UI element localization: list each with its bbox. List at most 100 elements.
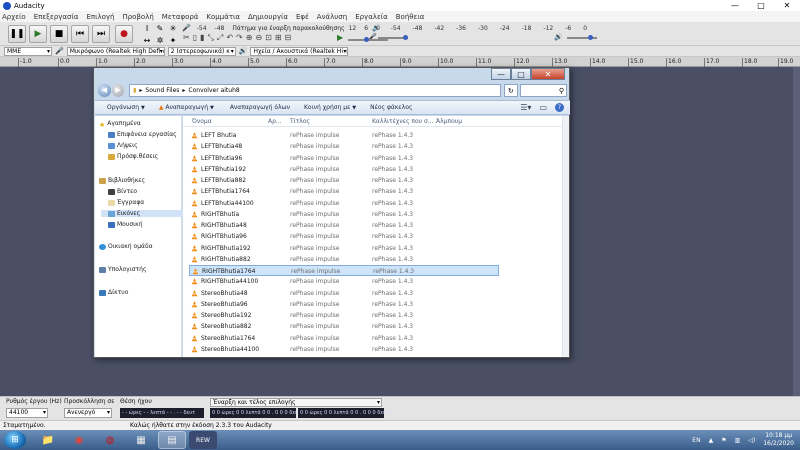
redo-icon[interactable]: ↷ bbox=[236, 33, 243, 43]
record-button[interactable]: ● bbox=[115, 25, 133, 43]
nav-network[interactable]: Δίκτυο bbox=[99, 289, 128, 296]
nav-documents[interactable]: Έγγραφα bbox=[108, 199, 144, 206]
file-row[interactable]: StereoBhutia44100 rePhase impulse rePhase … bbox=[189, 344, 499, 355]
audio-host-select[interactable]: MME bbox=[4, 46, 52, 56]
organize-button[interactable]: Οργάνωση ▼ bbox=[107, 104, 145, 111]
stop-button[interactable]: ■ bbox=[50, 25, 68, 43]
explorer-close-button[interactable]: ✕ bbox=[531, 68, 565, 80]
column-number[interactable]: Αρ... bbox=[268, 118, 282, 125]
minimize-button[interactable]: — bbox=[722, 0, 748, 11]
fit-project-icon[interactable]: ⊞ bbox=[275, 33, 282, 43]
project-rate-select[interactable]: 44100 bbox=[6, 408, 48, 418]
file-row[interactable]: RIGHTBhutia44100 rePhase impulse rePhase 1… bbox=[189, 276, 499, 287]
help-icon[interactable]: ? bbox=[555, 103, 564, 112]
nav-computer[interactable]: Υπολογιστής bbox=[99, 266, 147, 273]
file-row[interactable]: RIGHTBhutia96 rePhase impulse rePhase 1.4.… bbox=[189, 231, 499, 242]
taskbar-explorer-icon[interactable]: 📁 bbox=[34, 431, 62, 449]
paste-icon[interactable]: ▮ bbox=[200, 33, 204, 43]
menu-tracks[interactable]: Κομμάτια bbox=[206, 13, 240, 21]
menu-file[interactable]: Αρχείο bbox=[2, 13, 26, 21]
record-meter[interactable]: 🎤 -54 -48 Πάτημα για έναρξη παρακολούθησ… bbox=[182, 23, 388, 33]
nav-homegroup[interactable]: Οικιακή ομάδα bbox=[99, 243, 153, 250]
playback-volume-knob[interactable] bbox=[588, 35, 593, 40]
file-row[interactable]: RIGHTBhutia rePhase impulse rePhase 1.4.3 bbox=[189, 209, 499, 220]
skip-to-start-button[interactable]: ⏮ bbox=[71, 25, 89, 43]
play-button[interactable]: ▶ bbox=[29, 25, 47, 43]
share-with-button[interactable]: Κοινή χρήση με ▼ bbox=[304, 104, 356, 111]
nav-recent[interactable]: Πρόσφ.θέσεις bbox=[108, 153, 158, 160]
monitor-hint[interactable]: Πάτημα για έναρξη παρακολούθησης bbox=[232, 25, 344, 32]
taskbar-chrome-icon[interactable]: ◉ bbox=[65, 431, 93, 449]
taskbar-rew-icon[interactable]: REW bbox=[189, 431, 217, 449]
nav-pictures[interactable]: Εικόνες bbox=[101, 210, 183, 217]
taskbar-audacity-icon[interactable]: ▤ bbox=[158, 431, 186, 449]
trim-icon[interactable]: ⤡ bbox=[208, 33, 214, 43]
nav-videos[interactable]: Βίντεο bbox=[108, 188, 137, 195]
explorer-maximize-button[interactable]: □ bbox=[511, 68, 531, 80]
time-shift-tool-icon[interactable]: ↔ bbox=[141, 35, 153, 46]
menu-effect[interactable]: Εφέ bbox=[296, 13, 309, 21]
record-volume-knob[interactable] bbox=[403, 35, 408, 40]
nav-music[interactable]: Μουσική bbox=[108, 221, 143, 228]
file-row[interactable]: RIGHTBhutia1764 rePhase impulse rePhase 1.… bbox=[189, 265, 499, 276]
menu-edit[interactable]: Επεξεργασία bbox=[34, 13, 79, 21]
taskbar-opera-icon[interactable]: ◍ bbox=[96, 431, 124, 449]
playback-device-select[interactable]: Ηχεία / Ακουστικά (Realtek High bbox=[250, 46, 349, 56]
file-row[interactable]: LEFTBhutia192 rePhase impulse rePhase 1.4.… bbox=[189, 164, 499, 175]
flag-icon[interactable]: ⚑ bbox=[721, 437, 726, 444]
new-folder-button[interactable]: Νέος φάκελος bbox=[370, 104, 412, 111]
file-row[interactable]: StereoBhutia192 rePhase impulse rePhase 1.… bbox=[189, 310, 499, 321]
skip-to-end-button[interactable]: ⏭ bbox=[92, 25, 110, 43]
zoom-toggle-icon[interactable]: ⊟ bbox=[285, 33, 292, 43]
file-row[interactable]: LEFTBhutia48 rePhase impulse rePhase 1.4.3 bbox=[189, 141, 499, 152]
file-row[interactable]: LEFT Bhutia rePhase impulse rePhase 1.4.3 bbox=[189, 130, 499, 141]
file-row[interactable]: LEFTBhutia44100 rePhase impulse rePhase 1.… bbox=[189, 198, 499, 209]
copy-icon[interactable]: ▯ bbox=[193, 33, 197, 43]
play-all-button[interactable]: Αναπαραγωγή όλων bbox=[230, 104, 290, 111]
language-indicator[interactable]: EN bbox=[692, 437, 700, 444]
column-artists[interactable]: Καλλιτέχνες που σ... bbox=[372, 118, 434, 125]
menu-tools[interactable]: Εργαλεία bbox=[355, 13, 388, 21]
tray-expand-icon[interactable]: ▲ bbox=[709, 437, 714, 444]
explorer-scrollbar[interactable] bbox=[562, 116, 569, 357]
play-at-speed-icon[interactable]: ▶ bbox=[337, 33, 343, 42]
fit-selection-icon[interactable]: ⊡ bbox=[265, 33, 272, 43]
preview-pane-icon[interactable]: ▭ bbox=[539, 103, 547, 112]
explorer-minimize-button[interactable]: — bbox=[491, 68, 511, 80]
column-name[interactable]: Όνομα bbox=[192, 118, 212, 125]
refresh-icon[interactable]: ↻ bbox=[503, 83, 518, 97]
selection-tool-icon[interactable]: I bbox=[141, 23, 153, 34]
start-button[interactable]: ⊞ bbox=[4, 431, 26, 449]
recording-channels-select[interactable]: 2 (στερεοφωνικά) κ bbox=[167, 46, 236, 56]
pause-button[interactable]: ❚❚ bbox=[8, 25, 26, 43]
selection-end-field[interactable]: 0 0 ώρες 0 0 λεπτά 0 0 . 0 0 0 δευτ bbox=[298, 408, 389, 418]
playback-meter[interactable]: 🔊 -54 -48 -42 -36 -30 -24 -18 -12 -6 0 bbox=[372, 23, 595, 33]
file-row[interactable]: StereoBhutia1764 rePhase impulse rePhase 1… bbox=[189, 333, 499, 344]
selection-start-field[interactable]: 0 0 ώρες 0 0 λεπτά 0 0 . 0 0 0 δευτ bbox=[210, 408, 301, 418]
menu-generate[interactable]: Δημιουργία bbox=[248, 13, 288, 21]
column-album[interactable]: Άλμπουμ bbox=[436, 118, 462, 125]
breadcrumb-sound-files[interactable]: Sound Files bbox=[145, 87, 179, 94]
file-row[interactable]: StereoBhutia882 rePhase impulse rePhase 1.… bbox=[189, 321, 499, 332]
file-row[interactable]: RIGHTBhutia192 rePhase impulse rePhase 1.4… bbox=[189, 243, 499, 254]
clock[interactable]: 10:18 μμ 16/2/2020 bbox=[763, 432, 794, 448]
taskbar-app-icon[interactable]: ▦ bbox=[127, 431, 155, 449]
multi-tool-icon[interactable]: ✳ bbox=[167, 23, 179, 34]
network-icon[interactable]: ▥ bbox=[735, 437, 741, 444]
volume-icon[interactable]: ◁) bbox=[748, 437, 755, 444]
play-speed-knob[interactable] bbox=[364, 37, 369, 42]
menu-select[interactable]: Επιλογή bbox=[86, 13, 114, 21]
view-options-icon[interactable]: ☰▾ bbox=[520, 103, 531, 112]
file-row[interactable]: LEFTBhutia882 rePhase impulse rePhase 1.4.… bbox=[189, 175, 499, 186]
back-button[interactable]: ◀ bbox=[98, 83, 111, 97]
search-input[interactable]: ⚲ bbox=[519, 83, 567, 97]
menu-view[interactable]: Προβολή bbox=[122, 13, 153, 21]
selection-mode-select[interactable]: Έναρξη και τέλος επιλογής bbox=[210, 398, 382, 407]
nav-libraries[interactable]: Βιβλιοθήκες bbox=[99, 177, 145, 184]
file-row[interactable]: StereoBhutia96 rePhase impulse rePhase 1.4… bbox=[189, 299, 499, 310]
menu-help[interactable]: Βοήθεια bbox=[396, 13, 425, 21]
nav-downloads[interactable]: Λήψεις bbox=[108, 142, 138, 149]
silence-icon[interactable]: ⤢ bbox=[217, 33, 223, 43]
address-bar[interactable]: ▮ ▸ Sound Files ▸ Convolver aituh8 bbox=[129, 83, 501, 97]
menu-analyze[interactable]: Ανάλυση bbox=[317, 13, 347, 21]
